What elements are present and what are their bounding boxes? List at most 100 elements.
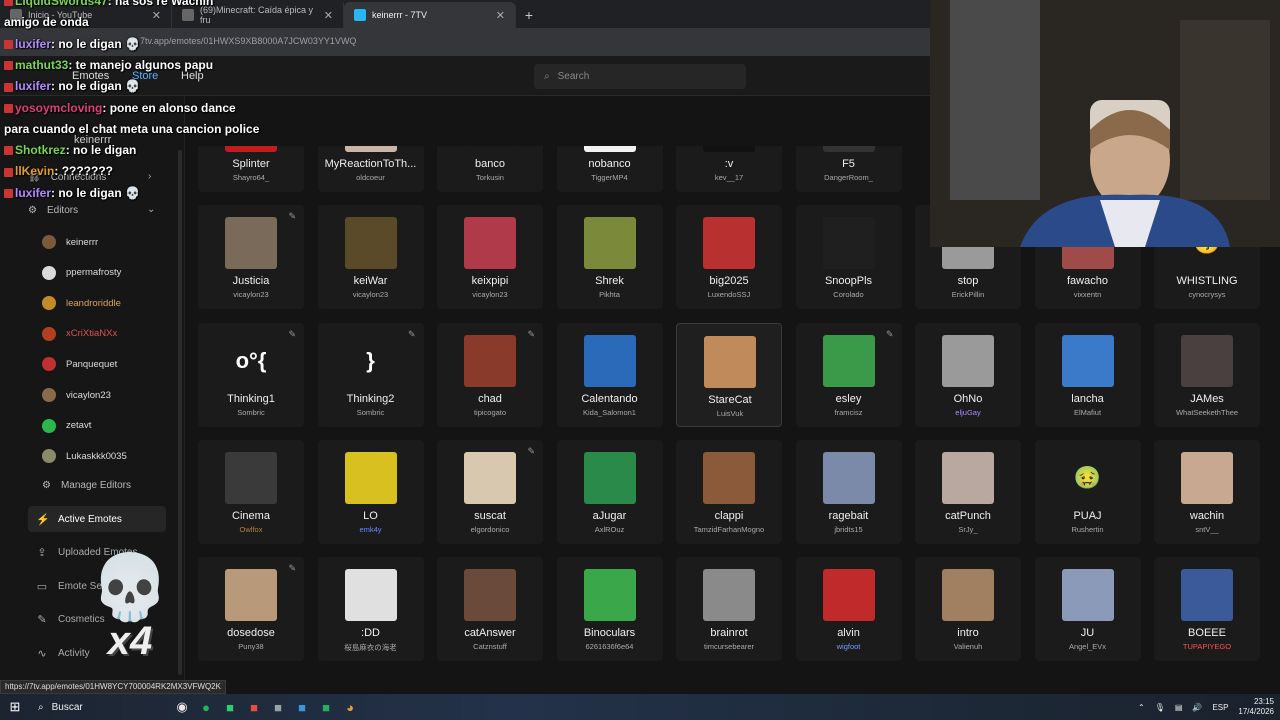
emote-owner[interactable]: Sombric	[318, 408, 424, 417]
emote-owner[interactable]: oldcoeur	[318, 173, 424, 182]
emote-card[interactable]: banco Torkusin	[437, 146, 543, 192]
manage-editors-button[interactable]: ⚙ Manage Editors	[42, 474, 131, 496]
chevron-right-icon[interactable]: ›	[148, 171, 151, 182]
emote-card[interactable]: Justicia vicaylon23 ✎	[198, 205, 304, 310]
emote-card[interactable]: Calentando Kida_Salomon1	[556, 322, 663, 427]
emote-owner[interactable]: ElMafiut	[1035, 408, 1141, 417]
pencil-icon[interactable]: ✎	[288, 329, 296, 340]
emote-card[interactable]: intro Valienuh	[915, 557, 1021, 662]
minecraft-icon[interactable]: ■	[314, 694, 338, 720]
emote-card[interactable]: F5 F5 DangerRoom_	[795, 146, 902, 192]
emote-owner[interactable]: vicaylon23	[198, 290, 304, 299]
emote-owner[interactable]: sntV__	[1154, 525, 1260, 534]
emote-card[interactable]: wachin sntV__	[1154, 439, 1260, 544]
emote-card[interactable]: SnoopPls Corolado	[795, 205, 902, 310]
emote-card[interactable]: StareCat LuisVuk	[676, 322, 783, 427]
emote-owner[interactable]: SrJy_	[915, 525, 1021, 534]
pencil-icon[interactable]: ✎	[527, 446, 535, 457]
emote-owner[interactable]: Kida_Salomon1	[557, 408, 663, 417]
emote-owner[interactable]: elgordonico	[437, 525, 543, 534]
emote-card[interactable]: ▶:v kev__17	[676, 146, 782, 192]
volume-icon[interactable]: 🔊	[1192, 703, 1202, 712]
emote-owner[interactable]: 6261636f6e64	[557, 642, 663, 651]
emote-card[interactable]: catPunch SrJy_	[915, 439, 1021, 544]
emote-card[interactable]: OhNo eljuGay	[915, 322, 1021, 427]
chevron-up-icon[interactable]: ⌃	[1138, 703, 1145, 712]
emote-card[interactable]: BOEEE TUPAPIYEGO	[1154, 557, 1260, 662]
emote-owner[interactable]: Corolado	[796, 290, 902, 299]
emote-card[interactable]: JAMes WhatSeekethThee	[1154, 322, 1260, 427]
emote-owner[interactable]: TiggerMP4	[557, 173, 663, 182]
emote-card[interactable]: ragebait jbridts15	[795, 439, 902, 544]
emote-card[interactable]: keiWar vicaylon23	[317, 205, 424, 310]
emote-card[interactable]: Splinter Shayro64_	[198, 146, 304, 192]
emote-owner[interactable]: Angel_EVx	[1035, 642, 1141, 651]
emote-card[interactable]: chad tipicogato ✎	[437, 322, 543, 427]
spotify-icon[interactable]: ●	[194, 694, 218, 720]
emote-owner[interactable]: Pikhta	[557, 290, 663, 299]
search-input[interactable]: ⌕ Search	[534, 64, 746, 89]
emote-owner[interactable]: framcisz	[796, 408, 902, 417]
emote-owner[interactable]: cynocrysys	[1154, 290, 1260, 299]
emote-card[interactable]: clappi TamzidFarhanMogno	[676, 439, 782, 544]
emote-owner[interactable]: Shayro64_	[198, 173, 304, 182]
emote-card[interactable]: :DD 桜島麻衣の海老	[317, 557, 424, 662]
editor-item[interactable]: xCriXtiaNXx	[42, 324, 117, 344]
emote-owner[interactable]: eljuGay	[915, 408, 1021, 417]
emote-owner[interactable]: AxlROuz	[557, 525, 663, 534]
emote-owner[interactable]: emk4y	[318, 525, 424, 534]
emote-card[interactable]: big2025 LuxendoSSJ	[676, 205, 782, 310]
emote-card[interactable]: Binoculars 6261636f6e64	[556, 557, 663, 662]
emote-card[interactable]: catAnswer Catznstuff	[437, 557, 543, 662]
emote-owner[interactable]: TUPAPIYEGO	[1154, 642, 1260, 651]
emote-card[interactable]: } Thinking2 Sombric ✎	[317, 322, 424, 427]
editor-item[interactable]: Panquequet	[42, 354, 117, 374]
pencil-icon[interactable]: ✎	[886, 329, 894, 340]
emote-owner[interactable]: vicaylon23	[318, 290, 424, 299]
emote-card[interactable]: esley framcisz ✎	[795, 322, 902, 427]
mic-icon[interactable]: 🎙	[1155, 703, 1165, 712]
new-tab-button[interactable]: +	[516, 2, 542, 28]
app-icon[interactable]: ■	[290, 694, 314, 720]
editor-item[interactable]: leandroriddle	[42, 293, 121, 313]
app-icon[interactable]: ■	[266, 694, 290, 720]
emote-owner[interactable]: vicaylon23	[437, 290, 543, 299]
app-icon[interactable]: ■	[218, 694, 242, 720]
obs-icon[interactable]: ◉	[170, 694, 194, 720]
browser-tab-active[interactable]: keinerrr - 7TV ✕	[344, 2, 516, 28]
close-icon[interactable]: ✕	[496, 9, 505, 22]
emote-card[interactable]: keixpipi vicaylon23	[437, 205, 543, 310]
emote-card[interactable]: MyReactionToTh... oldcoeur	[317, 146, 424, 192]
editor-item[interactable]: Lukaskkk0035	[42, 446, 127, 466]
network-icon[interactable]: ▤	[1175, 703, 1183, 712]
clock[interactable]: 23:15 17/4/2026	[1238, 697, 1274, 717]
emote-owner[interactable]: LuisVuk	[677, 409, 783, 418]
editor-item[interactable]: ppermafrosty	[42, 263, 121, 283]
emote-card[interactable]: dosedose Puny38 ✎	[198, 557, 304, 662]
pencil-icon[interactable]: ✎	[527, 329, 535, 340]
pencil-icon[interactable]: ✎	[288, 563, 296, 574]
close-icon[interactable]: ✕	[152, 9, 161, 22]
editors-section[interactable]: ⚙ Editors	[28, 199, 78, 221]
emote-owner[interactable]: wigfoot	[796, 642, 902, 651]
emote-owner[interactable]: jbridts15	[796, 525, 902, 534]
emote-owner[interactable]: LuxendoSSJ	[676, 290, 782, 299]
sidebar-scrollbar[interactable]	[178, 150, 182, 675]
emote-owner[interactable]: timcursebearer	[676, 642, 782, 651]
emote-card[interactable]: o°{Thinking1 Sombric ✎	[198, 322, 304, 427]
url-text[interactable]: 7tv.app/emotes/01HWXS9XB8000A7JCW03YY1VW…	[140, 36, 356, 46]
emote-owner[interactable]: tipicogato	[437, 408, 543, 417]
chevron-down-icon[interactable]: ⌄	[147, 204, 155, 215]
emote-card[interactable]: nobanco TiggerMP4	[556, 146, 663, 192]
emote-owner[interactable]: Sombric	[198, 408, 304, 417]
emote-owner[interactable]: 桜島麻衣の海老	[318, 642, 424, 653]
app-icon[interactable]: ■	[242, 694, 266, 720]
emote-owner[interactable]: TamzidFarhanMogno	[676, 525, 782, 534]
emote-owner[interactable]: DangerRoom_	[796, 173, 902, 182]
sidebar-item-active-emotes[interactable]: ⚡ Active Emotes	[28, 506, 166, 532]
emote-owner[interactable]: Rushertin	[1035, 525, 1141, 534]
emote-card[interactable]: suscat elgordonico ✎	[437, 439, 543, 544]
editor-item[interactable]: zetavt	[42, 416, 91, 436]
editor-item[interactable]: vicaylon23	[42, 385, 111, 405]
emote-owner[interactable]: Owlfox	[198, 525, 304, 534]
